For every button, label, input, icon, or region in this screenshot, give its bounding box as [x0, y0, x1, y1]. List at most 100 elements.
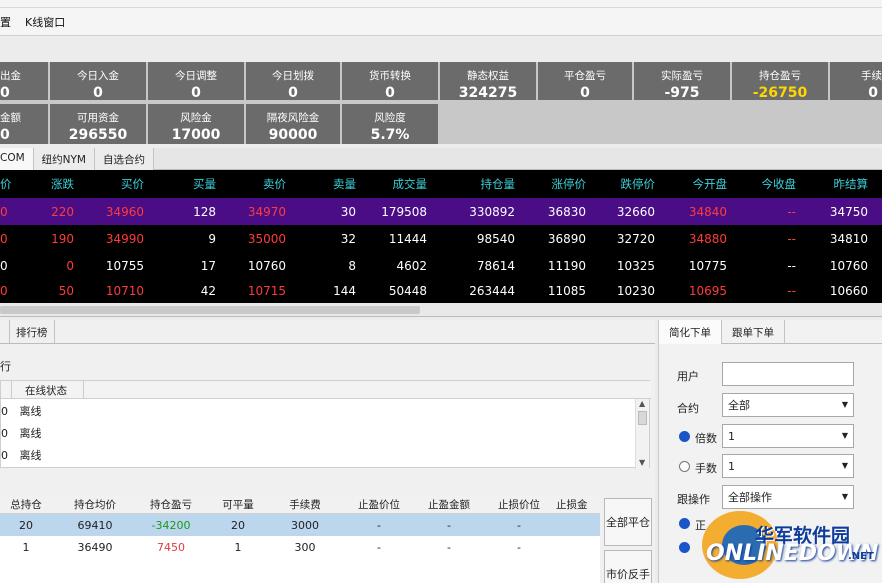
online-table-header: 在线状态: [1, 381, 651, 399]
col-header[interactable]: 成交量: [370, 170, 428, 198]
col-header[interactable]: 今开盘: [672, 170, 728, 198]
quote-row[interactable]: 0 190 34990 9 35000 32 11444 98540 36890…: [0, 225, 882, 252]
online-row[interactable]: 0 离线: [1, 403, 42, 419]
cell-prev-settle: 10660: [829, 284, 868, 298]
cell-last: 0: [0, 204, 8, 219]
col-header[interactable]: 止损价位: [484, 496, 554, 513]
lots-radio[interactable]: [679, 461, 690, 472]
menu-settings[interactable]: 置: [0, 14, 11, 30]
cell-fee: 300: [294, 540, 316, 554]
stat-value: 324275: [458, 85, 518, 101]
cell-total-position: 1: [22, 540, 30, 554]
cell-ask: 35000: [247, 231, 286, 246]
cell-volume: 179508: [381, 204, 427, 219]
tab-simple-order[interactable]: 简化下单: [659, 320, 722, 344]
stat-value: -975: [664, 85, 700, 101]
quote-horizontal-scrollbar[interactable]: [0, 303, 882, 317]
tab-hidden-left[interactable]: [0, 320, 10, 344]
col-header[interactable]: 总持仓: [0, 496, 52, 513]
lower-left-panel: 排行榜 行 在线状态 0 离线 0 离线 0 离线 ▲ ▼ 总持仓 持仓均价 持…: [0, 320, 655, 583]
watermark-text-net: .NET: [848, 551, 874, 562]
col-header[interactable]: 涨跌: [30, 170, 74, 198]
lower-left-tabs: 排行榜: [0, 320, 655, 344]
contract-select-value: 全部: [728, 399, 750, 412]
col-header[interactable]: 止损金: [556, 496, 600, 513]
col-header[interactable]: 手续费: [270, 496, 340, 513]
col-header[interactable]: 买价: [90, 170, 144, 198]
quote-row[interactable]: 0 0 10755 17 10760 8 4602 78614 11190 10…: [0, 252, 882, 279]
col-header[interactable]: 跌停价: [600, 170, 656, 198]
multiple-select[interactable]: 1 ▼: [722, 424, 854, 448]
multiple-radio[interactable]: [679, 431, 690, 442]
col-header[interactable]: 持仓均价: [60, 496, 130, 513]
contract-label: 合约: [677, 402, 699, 415]
cell-volume: 50448: [388, 284, 427, 298]
scrollbar-thumb[interactable]: [638, 411, 647, 425]
close-all-button[interactable]: 全部平仓: [604, 498, 652, 546]
cell-volume: 4602: [396, 258, 427, 273]
forward-radio[interactable]: [679, 518, 690, 529]
contract-select[interactable]: 全部 ▼: [722, 393, 854, 417]
online-row[interactable]: 0 离线: [1, 447, 42, 463]
online-table-scrollbar[interactable]: ▲ ▼: [635, 399, 649, 469]
cell-tp-amount: -: [447, 540, 451, 554]
col-header[interactable]: 买量: [170, 170, 216, 198]
lots-select[interactable]: 1 ▼: [722, 454, 854, 478]
lots-label: 手数: [695, 462, 717, 475]
account-stats-panel: 出金 0 今日入金 0 今日调整 0 今日划拨 0 货币转换 0 静态权益 32…: [0, 62, 882, 144]
cell-limit-down: 32720: [616, 231, 655, 246]
tab-nym[interactable]: 纽约NYM: [33, 148, 95, 170]
stat-today-adjust: 今日调整 0: [148, 62, 244, 101]
radio-option-icon[interactable]: [679, 542, 690, 553]
cell-last: 0: [0, 258, 8, 273]
tab-com[interactable]: COM: [0, 148, 34, 170]
col-header[interactable]: 今收盘: [742, 170, 797, 198]
stat-value: 0: [580, 85, 590, 101]
col-header[interactable]: 持仓盈亏: [136, 496, 206, 513]
menu-kline-window[interactable]: K线窗口: [25, 14, 65, 30]
tab-follow-order[interactable]: 跟单下单: [722, 320, 785, 344]
cell-tp-price: -: [377, 540, 381, 554]
cell-prev-settle: 34810: [829, 231, 868, 246]
col-header[interactable]: 卖量: [310, 170, 356, 198]
col-header[interactable]: 止盈金额: [414, 496, 484, 513]
stat-label: 实际盈亏: [661, 70, 703, 82]
tab-ranking[interactable]: 排行榜: [10, 320, 55, 344]
quote-row[interactable]: 0 220 34960 128 34970 30 179508 330892 3…: [0, 198, 882, 225]
col-header[interactable]: 可平量: [210, 496, 266, 513]
section-label: 行: [0, 360, 11, 373]
col-header[interactable]: 卖价: [236, 170, 286, 198]
online-row-status: 离线: [19, 449, 42, 462]
col-header[interactable]: 价: [0, 170, 12, 198]
cell-ask-vol: 8: [348, 258, 356, 273]
cell-prev-settle: 10760: [829, 258, 868, 273]
col-header[interactable]: 止盈价位: [344, 496, 414, 513]
stat-actual-pnl: 实际盈亏 -975: [634, 62, 730, 101]
online-status-table: 在线状态 0 离线 0 离线 0 离线 ▲ ▼: [0, 380, 651, 469]
cell-closable: 20: [231, 518, 245, 532]
position-row[interactable]: 1 36490 7450 1 300 - - -: [0, 536, 600, 558]
cell-prev-settle: 34750: [829, 204, 868, 219]
quote-table: 价 涨跌 买价 买量 卖价 卖量 成交量 持仓量 涨停价 跌停价 今开盘 今收盘…: [0, 170, 882, 303]
stat-label: 今日划拨: [272, 70, 314, 82]
cell-tp-price: -: [377, 518, 381, 532]
col-header[interactable]: 昨结算: [812, 170, 869, 198]
scrollbar-thumb[interactable]: [0, 306, 420, 314]
stat-value: 0: [868, 85, 878, 100]
cell-tp-amount: -: [447, 518, 451, 532]
menu-bar: 置 K线窗口: [0, 8, 882, 36]
col-header-online-status[interactable]: 在线状态: [25, 383, 67, 398]
col-header[interactable]: 涨停价: [530, 170, 587, 198]
quote-row[interactable]: 0 50 10710 42 10715 144 50448 263444 110…: [0, 279, 882, 303]
position-row[interactable]: 20 69410 -34200 20 3000 - - -: [0, 514, 600, 536]
scroll-up-arrow-icon[interactable]: ▲: [639, 399, 645, 408]
cell-open: 10775: [688, 258, 727, 273]
user-input[interactable]: [722, 362, 854, 386]
tab-watchlist[interactable]: 自选合约: [94, 148, 154, 170]
stat-value: 0: [385, 85, 395, 101]
market-reverse-button[interactable]: 市价反手: [604, 550, 652, 583]
online-row[interactable]: 0 离线: [1, 425, 42, 441]
col-header[interactable]: 持仓量: [460, 170, 516, 198]
scroll-down-arrow-icon[interactable]: ▼: [639, 458, 645, 467]
cell-open-interest: 98540: [476, 231, 515, 246]
